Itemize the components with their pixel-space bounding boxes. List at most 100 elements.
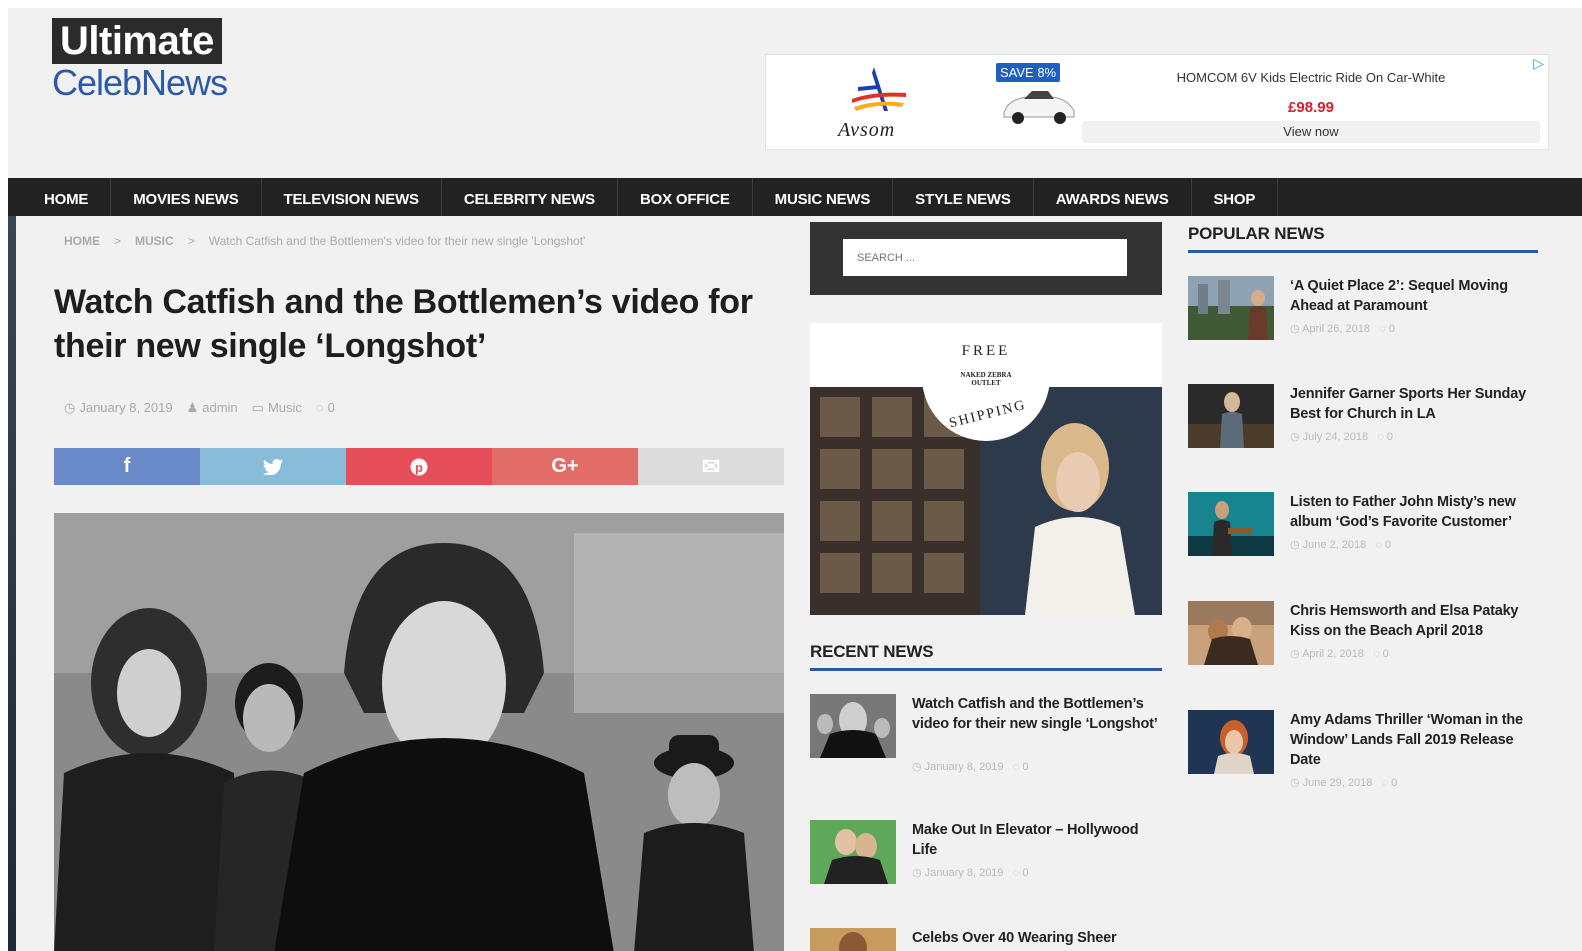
news-meta: ◷ July 24, 2018 ◌ 0 xyxy=(1290,431,1393,443)
nav-item-box-office[interactable]: BOX OFFICE xyxy=(618,178,753,216)
svg-text:p: p xyxy=(415,460,423,475)
ad-brand-logo-icon xyxy=(852,67,906,111)
breadcrumb-separator: > xyxy=(187,234,195,248)
news-thumbnail xyxy=(1188,710,1274,774)
news-title[interactable]: Listen to Father John Misty’s new album … xyxy=(1290,492,1540,532)
breadcrumb-separator: > xyxy=(114,234,122,248)
ad-discount-badge: SAVE 8% xyxy=(996,63,1061,82)
share-email-button[interactable]: ✉ xyxy=(638,448,784,485)
background-edge xyxy=(8,216,16,951)
ad-view-now-button[interactable]: View now xyxy=(1082,121,1540,143)
recent-news-item[interactable]: Make Out In Elevator – Hollywood Life ◷ … xyxy=(810,820,1170,900)
adchoices-icon[interactable]: ▷ xyxy=(1533,55,1544,72)
header-ad[interactable]: Avsom SAVE 8% HOMCOM 6V Kids Electric Ri… xyxy=(765,54,1549,150)
news-thumbnail xyxy=(810,694,896,758)
clock-icon: ◷ xyxy=(64,400,76,415)
news-meta: ◷ June 2, 2018 ◌ 0 xyxy=(1290,539,1392,551)
comment-icon: ◌ xyxy=(1012,761,1023,773)
comment-icon: ◌ xyxy=(1375,539,1386,551)
email-icon: ✉ xyxy=(701,453,721,479)
breadcrumb-current: Watch Catfish and the Bottlemen's video … xyxy=(208,234,586,248)
ad-price: £98.99 xyxy=(1288,99,1334,116)
news-meta: ◷ April 2, 2018 ◌ 0 xyxy=(1290,648,1389,660)
clock-icon: ◷ xyxy=(1290,323,1303,335)
popular-news-item[interactable]: ‘A Quiet Place 2’: Sequel Moving Ahead a… xyxy=(1188,276,1558,356)
nav-item-television-news[interactable]: TELEVISION NEWS xyxy=(262,178,442,216)
news-title[interactable]: Celebs Over 40 Wearing Sheer xyxy=(912,928,1162,948)
popular-news-item[interactable]: Listen to Father John Misty’s new album … xyxy=(1188,492,1558,572)
breadcrumb-home-link[interactable]: HOME xyxy=(64,234,100,248)
recent-news-item[interactable]: Watch Catfish and the Bottlemen’s video … xyxy=(810,694,1170,784)
sidebar-promo-banner[interactable]: FREE NAKED ZEBRA OUTLET SHIPPING xyxy=(810,323,1162,615)
article-category[interactable]: Music xyxy=(268,400,302,415)
news-title[interactable]: Make Out In Elevator – Hollywood Life xyxy=(912,820,1162,860)
popular-news-item[interactable]: Chris Hemsworth and Elsa Pataky Kiss on … xyxy=(1188,601,1558,681)
article-featured-image xyxy=(54,513,784,951)
news-meta: ◷ January 8, 2019 ◌ 0 xyxy=(912,867,1029,879)
recent-news-underline xyxy=(810,668,1162,671)
clock-icon: ◷ xyxy=(1290,777,1303,789)
comment-icon: ◌ xyxy=(1379,323,1389,335)
popular-news-underline xyxy=(1188,250,1538,253)
site-logo[interactable]: Ultimate CelebNews xyxy=(52,18,228,103)
share-twitter-button[interactable] xyxy=(200,448,346,485)
article-comment-count[interactable]: 0 xyxy=(328,400,335,415)
article-meta: ◷ January 8, 2019 ♟ admin ▭ Music ◌ 0 xyxy=(64,400,335,416)
share-googleplus-button[interactable]: G+ xyxy=(492,448,638,485)
comment-icon: ◌ xyxy=(1377,431,1387,443)
search-widget xyxy=(810,222,1162,295)
share-facebook-button[interactable]: f xyxy=(54,448,200,485)
recent-news-item[interactable]: Celebs Over 40 Wearing Sheer xyxy=(810,928,1170,951)
clock-icon: ◷ xyxy=(912,867,925,879)
news-meta: ◷ June 29, 2018 ◌ 0 xyxy=(1290,777,1398,789)
breadcrumb: HOME > MUSIC > Watch Catfish and the Bottlem… xyxy=(64,234,585,248)
facebook-icon: f xyxy=(123,455,131,477)
band-photo xyxy=(54,513,784,951)
news-thumbnail xyxy=(1188,492,1274,556)
comment-icon: ◌ xyxy=(315,400,324,415)
popular-news-heading: POPULAR NEWS xyxy=(1188,224,1325,243)
news-title[interactable]: ‘A Quiet Place 2’: Sequel Moving Ahead a… xyxy=(1290,276,1540,316)
recent-news-heading: RECENT NEWS xyxy=(810,642,934,661)
news-title[interactable]: Chris Hemsworth and Elsa Pataky Kiss on … xyxy=(1290,601,1540,641)
news-title[interactable]: Watch Catfish and the Bottlemen’s video … xyxy=(912,694,1162,734)
news-thumbnail xyxy=(1188,384,1274,448)
twitter-icon xyxy=(263,458,283,475)
main-navigation: HOME MOVIES NEWS TELEVISION NEWS CELEBRI… xyxy=(8,178,1582,216)
article-title: Watch Catfish and the Bottlemen’s video … xyxy=(54,283,753,365)
share-bar: f p G+ ✉ xyxy=(54,448,784,485)
article-author[interactable]: admin xyxy=(202,400,237,415)
news-thumbnail xyxy=(810,820,896,884)
news-title[interactable]: Amy Adams Thriller ‘Woman in the Window’… xyxy=(1290,710,1540,770)
comment-icon: ◌ xyxy=(1381,777,1392,789)
share-pinterest-button[interactable]: p xyxy=(346,448,492,485)
clock-icon: ◷ xyxy=(912,761,925,773)
popular-news-item[interactable]: Amy Adams Thriller ‘Woman in the Window’… xyxy=(1188,710,1558,800)
page: Ultimate CelebNews Avsom SAVE 8% HOMCOM … xyxy=(8,8,1582,951)
folder-icon: ▭ xyxy=(251,400,264,415)
nav-item-music-news[interactable]: MUSIC NEWS xyxy=(753,178,894,216)
comment-icon: ◌ xyxy=(1373,648,1383,660)
ad-title: HOMCOM 6V Kids Electric Ride On Car-Whit… xyxy=(1176,70,1446,85)
nav-item-shop[interactable]: SHOP xyxy=(1192,178,1279,216)
pinterest-icon: p xyxy=(410,458,428,475)
logo-bottom-text: CelebNews xyxy=(52,62,228,103)
news-title[interactable]: Jennifer Garner Sports Her Sunday Best f… xyxy=(1290,384,1540,424)
breadcrumb-section-link[interactable]: MUSIC xyxy=(135,234,174,248)
popular-news-item[interactable]: Jennifer Garner Sports Her Sunday Best f… xyxy=(1188,384,1558,464)
comment-icon: ◌ xyxy=(1012,867,1023,879)
promo-free-text: FREE xyxy=(961,343,1011,359)
clock-icon: ◷ xyxy=(1290,648,1303,660)
googleplus-icon: G+ xyxy=(551,455,579,477)
nav-item-style-news[interactable]: STYLE NEWS xyxy=(893,178,1034,216)
news-meta: ◷ April 26, 2018 ◌ 0 xyxy=(1290,323,1395,335)
promo-seal-text: NAKED ZEBRA OUTLET xyxy=(960,371,1012,387)
search-input[interactable] xyxy=(843,239,1127,276)
nav-item-home[interactable]: HOME xyxy=(8,178,112,216)
article-date: January 8, 2019 xyxy=(79,400,173,415)
clock-icon: ◷ xyxy=(1290,431,1303,443)
nav-item-awards-news[interactable]: AWARDS NEWS xyxy=(1034,178,1192,216)
nav-item-celebrity-news[interactable]: CELEBRITY NEWS xyxy=(442,178,618,216)
logo-top-text: Ultimate xyxy=(52,18,222,64)
nav-item-movies-news[interactable]: MOVIES NEWS xyxy=(111,178,262,216)
